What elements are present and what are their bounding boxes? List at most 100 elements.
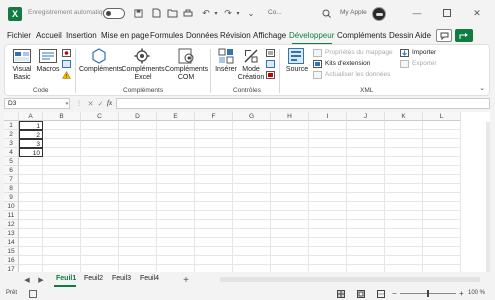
cell-h15[interactable]	[271, 247, 309, 256]
export-icon[interactable]	[400, 60, 409, 70]
cell-k6[interactable]	[385, 166, 423, 175]
cell-b17[interactable]	[43, 265, 81, 272]
cell-a10[interactable]	[19, 202, 43, 211]
cell-i16[interactable]	[309, 256, 347, 265]
share-button[interactable]	[455, 29, 473, 42]
cell-d16[interactable]	[119, 256, 157, 265]
cell-c11[interactable]	[81, 211, 119, 220]
com-addins-icon[interactable]	[178, 48, 194, 66]
com-addins-label[interactable]: Compléments COM	[165, 66, 208, 82]
cell-l5[interactable]	[423, 157, 461, 166]
cell-j16[interactable]	[347, 256, 385, 265]
zoom-slider-thumb[interactable]	[427, 290, 429, 297]
cell-k1[interactable]	[385, 121, 423, 130]
row-header[interactable]: 4	[4, 148, 19, 157]
cell-h8[interactable]	[271, 184, 309, 193]
page-break-view-icon[interactable]	[376, 289, 386, 299]
cell-f16[interactable]	[195, 256, 233, 265]
cell-a7[interactable]	[19, 175, 43, 184]
tab-developpeur[interactable]: Développeur	[289, 31, 334, 40]
tab-aide[interactable]: Aide	[415, 31, 431, 40]
sheet-tab-feuil1[interactable]: Feuil1	[56, 275, 76, 282]
cell-l15[interactable]	[423, 247, 461, 256]
cell-e16[interactable]	[157, 256, 195, 265]
column-header[interactable]: K	[385, 112, 423, 121]
open-folder-icon[interactable]	[166, 7, 178, 19]
cell-d14[interactable]	[119, 238, 157, 247]
cell-j5[interactable]	[347, 157, 385, 166]
collapse-ribbon-icon[interactable]: ⌄	[477, 83, 487, 93]
cell-d17[interactable]	[119, 265, 157, 272]
cell-e12[interactable]	[157, 220, 195, 229]
save-icon[interactable]	[132, 7, 144, 19]
cell-l6[interactable]	[423, 166, 461, 175]
cell-g16[interactable]	[233, 256, 271, 265]
normal-view-icon[interactable]	[336, 289, 346, 299]
search-icon[interactable]	[320, 7, 332, 19]
column-header[interactable]: B	[43, 112, 81, 121]
cell-j11[interactable]	[347, 211, 385, 220]
view-code-icon[interactable]	[266, 60, 275, 70]
cell-f8[interactable]	[195, 184, 233, 193]
cell-a9[interactable]	[19, 193, 43, 202]
cell-b15[interactable]	[43, 247, 81, 256]
expansion-packs-icon[interactable]	[313, 60, 322, 70]
undo-icon[interactable]: ↶	[200, 7, 212, 19]
cell-d1[interactable]	[119, 121, 157, 130]
cell-f5[interactable]	[195, 157, 233, 166]
accessibility-icon[interactable]	[28, 289, 38, 299]
import-label[interactable]: Importer	[412, 49, 436, 56]
cell-a16[interactable]	[19, 256, 43, 265]
column-header[interactable]: G	[233, 112, 271, 121]
cell-d6[interactable]	[119, 166, 157, 175]
cell-l1[interactable]	[423, 121, 461, 130]
cell-c12[interactable]	[81, 220, 119, 229]
cell-a13[interactable]	[19, 229, 43, 238]
cell-f12[interactable]	[195, 220, 233, 229]
cell-k8[interactable]	[385, 184, 423, 193]
cell-a8[interactable]	[19, 184, 43, 193]
column-header[interactable]: F	[195, 112, 233, 121]
cell-l10[interactable]	[423, 202, 461, 211]
column-header[interactable]: L	[423, 112, 461, 121]
zoom-level[interactable]: 100 %	[468, 290, 485, 296]
cell-i5[interactable]	[309, 157, 347, 166]
column-header[interactable]: I	[309, 112, 347, 121]
cell-b6[interactable]	[43, 166, 81, 175]
cell-a3[interactable]: 3	[19, 139, 43, 148]
row-header[interactable]: 11	[4, 211, 19, 220]
cell-f6[interactable]	[195, 166, 233, 175]
cell-g2[interactable]	[233, 130, 271, 139]
cell-g6[interactable]	[233, 166, 271, 175]
avatar[interactable]	[372, 7, 386, 21]
cell-c1[interactable]	[81, 121, 119, 130]
cell-c10[interactable]	[81, 202, 119, 211]
cell-j9[interactable]	[347, 193, 385, 202]
cell-c3[interactable]	[81, 139, 119, 148]
more-options-icon[interactable]: ⋮	[76, 99, 82, 108]
cell-l13[interactable]	[423, 229, 461, 238]
sheet-tab-feuil4[interactable]: Feuil4	[140, 275, 159, 282]
import-icon[interactable]	[400, 49, 409, 59]
cell-h1[interactable]	[271, 121, 309, 130]
cell-f2[interactable]	[195, 130, 233, 139]
row-header[interactable]: 6	[4, 166, 19, 175]
column-header[interactable]: J	[347, 112, 385, 121]
cell-e14[interactable]	[157, 238, 195, 247]
cell-h12[interactable]	[271, 220, 309, 229]
tab-fichier[interactable]: Fichier	[7, 31, 31, 40]
cell-a2[interactable]: 2	[19, 130, 43, 139]
cell-k4[interactable]	[385, 148, 423, 157]
cell-k15[interactable]	[385, 247, 423, 256]
cell-a6[interactable]	[19, 166, 43, 175]
column-header[interactable]: D	[119, 112, 157, 121]
cell-e11[interactable]	[157, 211, 195, 220]
cell-k7[interactable]	[385, 175, 423, 184]
row-header[interactable]: 17	[4, 265, 19, 272]
row-header[interactable]: 7	[4, 175, 19, 184]
cell-h10[interactable]	[271, 202, 309, 211]
cell-h17[interactable]	[271, 265, 309, 272]
cell-l12[interactable]	[423, 220, 461, 229]
tab-affichage[interactable]: Affichage	[253, 31, 286, 40]
row-header[interactable]: 13	[4, 229, 19, 238]
